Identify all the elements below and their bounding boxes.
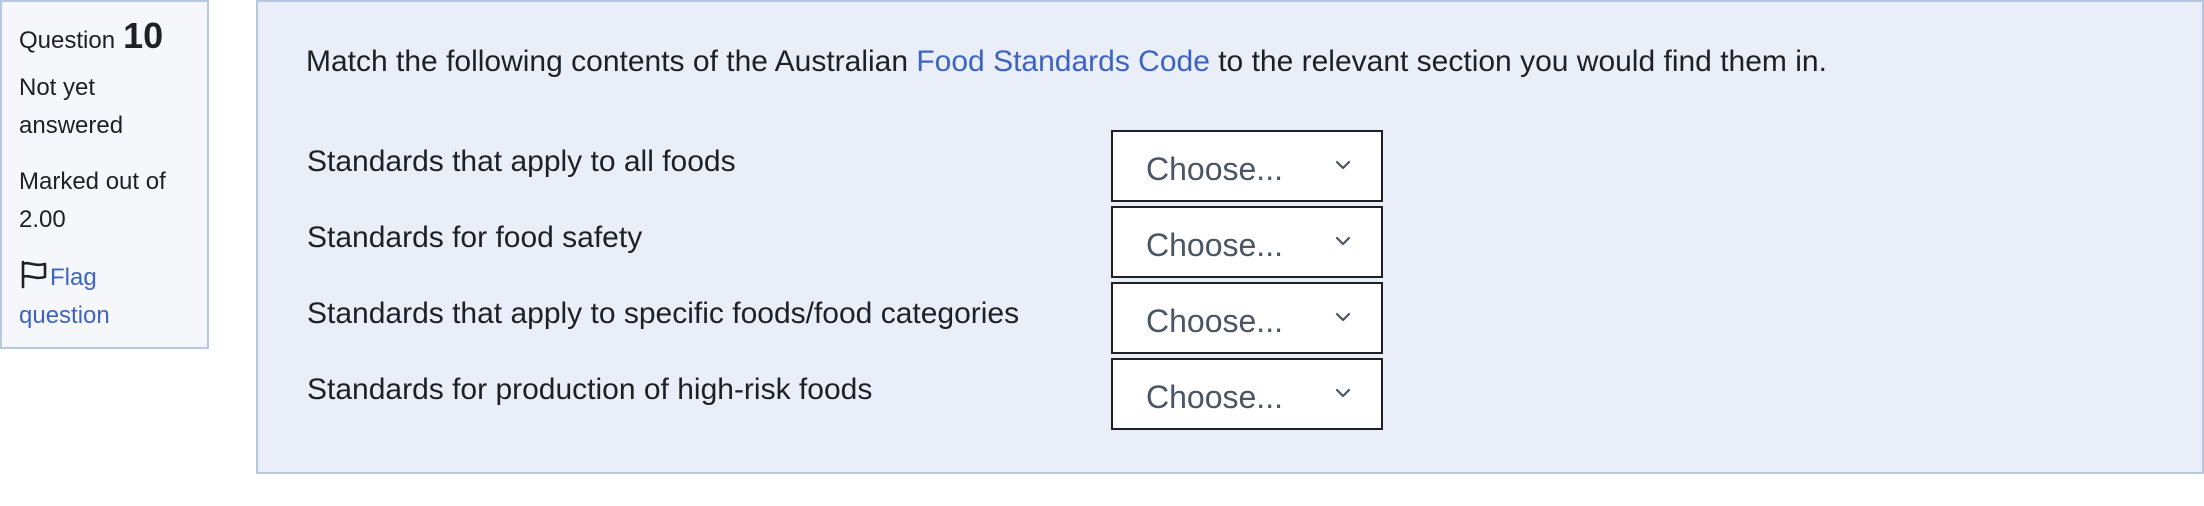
chevron-down-icon [1335,312,1351,322]
select-value: Choose... [1146,379,1283,415]
match-row: Standards for food safety Choose... [307,206,1407,278]
match-row-label: Standards that apply to specific foods/f… [307,297,1020,330]
flag-label-line-1[interactable]: Flag [50,264,97,291]
select-value: Choose... [1146,151,1283,187]
match-select[interactable]: Choose... [1111,358,1383,430]
question-grade: Marked out of 2.00 [19,163,191,239]
question-state: Not yet answered [19,69,191,145]
grade-line-2: 2.00 [19,206,66,233]
select-value: Choose... [1146,227,1283,263]
prompt-text-after: to the relevant section you would find t… [1209,45,1827,78]
prompt-text-before: Match the following contents of the Aust… [306,45,917,78]
match-row-label: Standards that apply to all foods [307,145,736,178]
match-row: Standards that apply to all foods Choose… [307,130,1407,202]
grade-line-1: Marked out of [19,168,166,195]
question-prompt: Match the following contents of the Aust… [306,42,1827,82]
flag-outline-icon [21,260,47,289]
match-select[interactable]: Choose... [1111,282,1383,354]
flag-question-link[interactable]: Flag question [19,259,191,335]
match-row-label: Standards for production of high-risk fo… [307,373,873,406]
question-number: Question 10 [19,18,191,55]
match-select[interactable]: Choose... [1111,130,1383,202]
food-standards-code-link[interactable]: Food Standards Code [916,45,1210,78]
chevron-down-icon [1335,236,1351,246]
state-line-2: answered [19,112,124,139]
state-line-1: Not yet [19,74,96,101]
chevron-down-icon [1335,388,1351,398]
question-info-panel: Question 10 Not yet answered Marked out … [0,0,209,349]
quiz-page: Question 10 Not yet answered Marked out … [0,0,2204,506]
select-value: Choose... [1146,303,1283,339]
match-row-label: Standards for food safety [307,221,643,254]
flag-label-line-2[interactable]: question [19,297,191,335]
chevron-down-icon [1335,160,1351,170]
match-row: Standards that apply to specific foods/f… [307,282,1407,354]
match-row: Standards for production of high-risk fo… [307,358,1407,430]
question-content-panel: Match the following contents of the Aust… [256,0,2204,474]
question-label: Question [19,27,116,54]
match-select[interactable]: Choose... [1111,206,1383,278]
question-number-value: 10 [123,15,164,56]
